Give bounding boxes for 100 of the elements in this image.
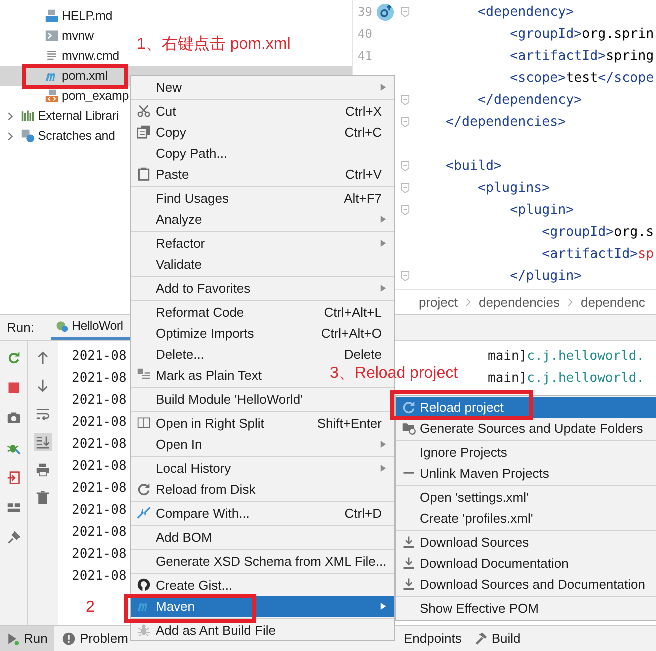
tree-item[interactable]: External Librari xyxy=(6,109,119,123)
trash-icon[interactable] xyxy=(34,489,52,507)
reload-icon xyxy=(137,482,151,496)
text-file-icon xyxy=(45,49,59,63)
tree-item[interactable]: pom.xml xyxy=(45,69,108,83)
log-timestamp: 2021-08 xyxy=(72,502,127,518)
menu-item[interactable]: Analyze xyxy=(131,209,394,230)
breadcrumb-item[interactable]: project xyxy=(419,294,458,310)
menu-item[interactable]: Show Effective POM xyxy=(396,598,656,619)
menu-item[interactable]: Delete... Delete xyxy=(131,344,394,365)
run-config-icon xyxy=(55,319,69,333)
menu-item[interactable]: Build Module 'HelloWorld' xyxy=(131,389,316,410)
log-timestamp: 2021-08 xyxy=(72,524,127,540)
log-timestamp: 2021-08 xyxy=(72,392,127,408)
download-icon xyxy=(402,577,416,591)
menu-item[interactable]: New xyxy=(131,77,394,98)
code-line: <groupId>org.sprin xyxy=(509,26,654,42)
menu-item[interactable]: Mark as Plain Text xyxy=(131,365,274,386)
menu-item[interactable]: Download Documentation xyxy=(396,553,656,574)
menu-item[interactable]: Compare With... Ctrl+D xyxy=(131,503,394,524)
chevron-icon xyxy=(465,298,472,307)
fold-marker-icon[interactable] xyxy=(401,94,410,106)
md-file-icon xyxy=(45,9,59,23)
menu-item[interactable]: Cut Ctrl+X xyxy=(131,101,394,122)
code-line: <groupId>org.s xyxy=(541,224,654,240)
fold-marker-icon[interactable] xyxy=(401,182,410,194)
scroll-to-end-icon[interactable] xyxy=(34,433,52,451)
menu-item[interactable]: Open 'settings.xml' xyxy=(396,487,656,508)
code-line: <dependency> xyxy=(477,4,574,20)
menu-item[interactable]: Reload project xyxy=(396,397,656,418)
clipboard-icon xyxy=(137,167,151,181)
tree-item[interactable]: HELP.md xyxy=(45,9,112,23)
menu-item[interactable]: Create 'profiles.xml' xyxy=(396,508,656,529)
log-timestamp: 2021-08 xyxy=(72,480,127,496)
code-line: <artifactId>sp xyxy=(541,246,654,262)
code-line: <plugins> xyxy=(477,180,550,196)
breadcrumb-item[interactable]: dependenc xyxy=(581,294,646,310)
log-text: main]c.j.helloworld. xyxy=(488,348,645,364)
fold-marker-icon[interactable] xyxy=(401,6,410,18)
run-icon xyxy=(6,632,20,646)
scratches-icon xyxy=(21,129,35,143)
terminal-file-icon xyxy=(45,29,59,43)
tree-item[interactable]: pom_examp xyxy=(45,89,129,103)
code-line: <build> xyxy=(445,158,502,174)
menu-item[interactable]: Ignore Projects xyxy=(396,442,656,463)
code-line: <plugin> xyxy=(509,202,574,218)
fold-marker-icon[interactable] xyxy=(401,204,410,216)
tab-label: HelloWorl xyxy=(72,319,124,333)
compare-icon xyxy=(137,506,151,520)
ant-icon xyxy=(137,623,151,637)
menu-item[interactable]: Download Sources xyxy=(396,532,656,553)
fold-marker-icon[interactable] xyxy=(401,160,410,172)
copy-icon xyxy=(137,125,151,139)
code-line: <artifactId>spring xyxy=(509,48,654,64)
line-number: 41 xyxy=(358,49,372,63)
tool-window-button[interactable]: Build xyxy=(468,626,527,651)
menu-item[interactable]: Maven xyxy=(131,596,394,617)
menu-item[interactable]: Generate Sources and Update Folders xyxy=(396,418,656,439)
tree-item[interactable]: mvnw.cmd xyxy=(45,49,120,63)
menu-item[interactable]: Validate xyxy=(131,254,214,275)
fold-marker-icon[interactable] xyxy=(401,270,410,282)
menu-item[interactable]: Open in Right Split Shift+Enter xyxy=(131,413,394,434)
annotation-text: 3、Reload project xyxy=(330,364,458,384)
print-icon[interactable] xyxy=(34,461,52,479)
menu-item[interactable]: Refactor xyxy=(131,233,394,254)
split-icon xyxy=(137,416,151,430)
menu-item[interactable]: Copy Ctrl+C xyxy=(131,122,394,143)
menu-item[interactable]: Find Usages Alt+F7 xyxy=(131,188,394,209)
menu-item[interactable]: Paste Ctrl+V xyxy=(131,164,394,185)
line-number: 39 xyxy=(358,5,372,19)
code-line: <scope>test</scope xyxy=(509,70,654,86)
menu-item[interactable]: Reload from Disk xyxy=(131,479,268,500)
menu-item[interactable]: Optimize Imports Ctrl+Alt+O xyxy=(131,323,394,344)
menu-item[interactable]: Local History xyxy=(131,458,394,479)
menu-item[interactable]: Open In xyxy=(131,434,394,455)
menu-item[interactable]: Generate XSD Schema from XML File... xyxy=(131,551,399,572)
menu-item[interactable]: Add BOM xyxy=(131,527,224,548)
cut-icon xyxy=(137,104,151,118)
expand-chevron-icon[interactable] xyxy=(6,112,15,120)
tree-item[interactable]: mvnw xyxy=(45,29,94,43)
code-line: </dependencies> xyxy=(445,114,566,130)
library-icon xyxy=(21,109,35,123)
round-logo-icon xyxy=(137,578,151,592)
tool-window-button[interactable]: Run xyxy=(0,626,54,651)
hammer-icon xyxy=(474,632,488,646)
menu-item[interactable]: Download Sources and Documentation xyxy=(396,574,656,595)
tool-window-button[interactable]: Endpoints xyxy=(398,626,468,651)
annotation-text: 2 xyxy=(86,599,95,617)
menu-item[interactable]: Unlink Maven Projects xyxy=(396,463,656,484)
menu-item[interactable]: Copy Path... xyxy=(131,143,240,164)
panel-title: Run: xyxy=(6,320,36,335)
fold-marker-icon[interactable] xyxy=(401,116,410,128)
breadcrumb-item[interactable]: dependencies xyxy=(479,294,560,310)
tree-item[interactable]: Scratches and xyxy=(6,129,116,143)
menu-item[interactable]: Create Gist... xyxy=(131,575,245,596)
menu-item[interactable]: Reformat Code Ctrl+Alt+L xyxy=(131,302,394,323)
menu-item[interactable]: Add to Favorites xyxy=(131,278,394,299)
code-line: </plugin> xyxy=(509,268,582,284)
expand-chevron-icon[interactable] xyxy=(6,132,15,140)
override-badge-icon[interactable] xyxy=(376,2,396,22)
